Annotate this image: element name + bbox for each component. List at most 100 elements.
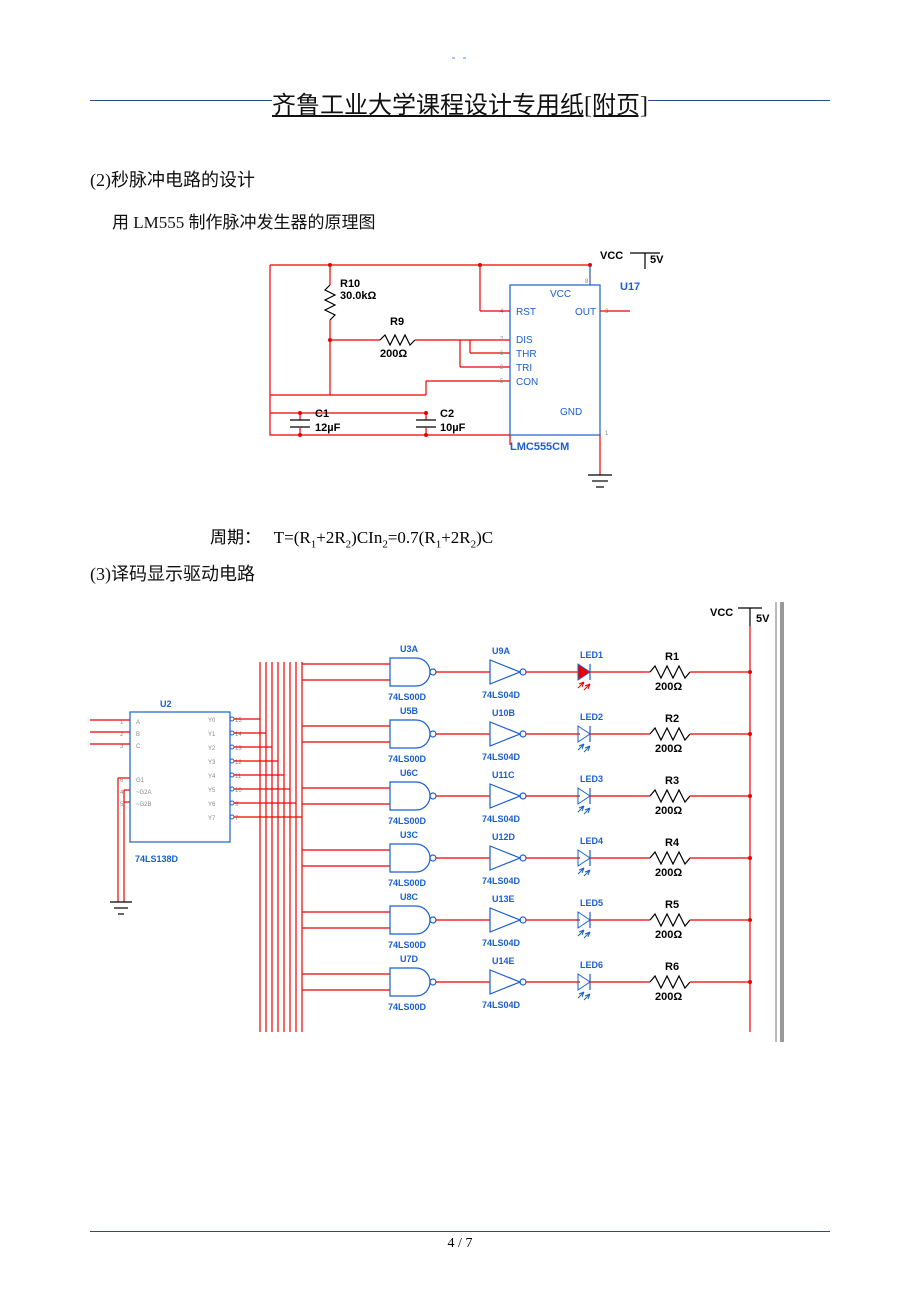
svg-text:R2: R2: [665, 713, 679, 725]
svg-text:6: 6: [500, 351, 504, 357]
svg-text:74LS138D: 74LS138D: [135, 854, 179, 864]
svg-text:U12D: U12D: [492, 832, 516, 842]
svg-text:G1: G1: [136, 778, 145, 784]
svg-text:LED1: LED1: [580, 650, 603, 660]
svg-text:200Ω: 200Ω: [655, 805, 682, 817]
r9-val: 200Ω: [380, 348, 407, 360]
svg-text:3: 3: [120, 744, 124, 750]
u17-ref: U17: [620, 281, 640, 293]
svg-text:5: 5: [500, 379, 504, 385]
svg-text:3: 3: [605, 309, 609, 315]
v5-label: 5V: [650, 254, 664, 266]
svg-text:2: 2: [500, 365, 504, 371]
svg-text:74LS04D: 74LS04D: [482, 1000, 521, 1010]
svg-text:U8C: U8C: [400, 892, 419, 902]
svg-text:74LS04D: 74LS04D: [482, 876, 521, 886]
svg-text:200Ω: 200Ω: [655, 929, 682, 941]
c2-val: 10µF: [440, 422, 466, 434]
svg-text:74LS04D: 74LS04D: [482, 690, 521, 700]
header-dash: - -: [90, 50, 830, 65]
svg-text:VCC: VCC: [550, 289, 571, 300]
svg-text:U3A: U3A: [400, 644, 419, 654]
svg-text:OUT: OUT: [575, 307, 596, 318]
svg-text:5V: 5V: [756, 613, 770, 625]
c2-ref: C2: [440, 408, 454, 420]
svg-text:VCC: VCC: [710, 607, 733, 619]
svg-text:1: 1: [120, 720, 124, 726]
svg-text:A: A: [136, 720, 140, 726]
svg-text:R1: R1: [665, 651, 679, 663]
svg-text:B: B: [136, 732, 140, 738]
svg-text:U6C: U6C: [400, 768, 419, 778]
svg-text:200Ω: 200Ω: [655, 991, 682, 1003]
schematic-555: VCC 5V R10 30.0kΩ R9 200Ω: [230, 245, 690, 505]
svg-text:74LS04D: 74LS04D: [482, 938, 521, 948]
r9-ref: R9: [390, 316, 404, 328]
section-2-heading: (2)秒脉冲电路的设计: [90, 166, 830, 192]
svg-text:74LS00D: 74LS00D: [388, 816, 427, 826]
svg-text:200Ω: 200Ω: [655, 867, 682, 879]
svg-text:U10B: U10B: [492, 708, 516, 718]
svg-text:74LS04D: 74LS04D: [482, 752, 521, 762]
svg-text:LED5: LED5: [580, 898, 603, 908]
svg-text:LED6: LED6: [580, 960, 603, 970]
svg-text:U2: U2: [160, 699, 172, 709]
c1-ref: C1: [315, 408, 329, 420]
svg-text:1: 1: [605, 431, 609, 437]
schematic-decoder: VCC 5V U2 74LS138D A B C G1 ~G2A ~G2B 1 …: [90, 602, 790, 1042]
svg-text:R5: R5: [665, 899, 679, 911]
svg-text:U11C: U11C: [492, 770, 515, 780]
svg-text:Y1: Y1: [208, 732, 216, 738]
chip-name: LMC555CM: [510, 441, 569, 453]
svg-text:74LS00D: 74LS00D: [388, 878, 427, 888]
svg-text:200Ω: 200Ω: [655, 743, 682, 755]
svg-text:CON: CON: [516, 377, 538, 388]
svg-text:4: 4: [500, 309, 504, 315]
svg-text:DIS: DIS: [516, 335, 533, 346]
svg-text:8: 8: [585, 279, 589, 285]
svg-text:U9A: U9A: [492, 646, 511, 656]
svg-text:Y2: Y2: [208, 746, 216, 752]
svg-text:U5B: U5B: [400, 706, 419, 716]
svg-text:LED2: LED2: [580, 712, 603, 722]
svg-text:~G2A: ~G2A: [136, 790, 152, 796]
svg-text:74LS04D: 74LS04D: [482, 814, 521, 824]
svg-text:~G2B: ~G2B: [136, 802, 152, 808]
r10-ref: R10: [340, 278, 360, 290]
svg-text:LED4: LED4: [580, 836, 603, 846]
svg-text:GND: GND: [560, 407, 582, 418]
svg-text:U3C: U3C: [400, 830, 419, 840]
svg-text:R6: R6: [665, 961, 679, 973]
title-rule: 齐鲁工业大学课程设计专用纸[附页]: [90, 75, 830, 126]
vcc-label: VCC: [600, 250, 623, 262]
svg-text:74LS00D: 74LS00D: [388, 940, 427, 950]
svg-text:THR: THR: [516, 349, 537, 360]
svg-text:74LS00D: 74LS00D: [388, 692, 427, 702]
svg-text:6: 6: [120, 778, 124, 784]
svg-text:200Ω: 200Ω: [655, 681, 682, 693]
svg-text:U7D: U7D: [400, 954, 419, 964]
svg-text:C: C: [136, 744, 141, 750]
c1-val: 12µF: [315, 422, 341, 434]
page-footer: 4 / 7: [90, 1231, 830, 1252]
section-2-sub: 用 LM555 制作脉冲发生器的原理图: [112, 208, 830, 233]
svg-text:LED3: LED3: [580, 774, 603, 784]
svg-text:2: 2: [120, 732, 124, 738]
r10-val: 30.0kΩ: [340, 290, 377, 302]
svg-text:Y5: Y5: [208, 788, 216, 794]
svg-text:Y6: Y6: [208, 802, 216, 808]
svg-text:TRI: TRI: [516, 363, 532, 374]
svg-text:Y3: Y3: [208, 760, 216, 766]
svg-text:U14E: U14E: [492, 956, 515, 966]
svg-text:74LS00D: 74LS00D: [388, 1002, 427, 1012]
svg-text:74LS00D: 74LS00D: [388, 754, 427, 764]
section-3-heading: (3)译码显示驱动电路: [90, 560, 830, 586]
svg-text:Y0: Y0: [208, 718, 216, 724]
svg-text:Y7: Y7: [208, 816, 216, 822]
period-formula: 周期： T=(R1+2R2)CIn2=0.7(R1+2R2)C: [210, 523, 830, 550]
svg-text:U13E: U13E: [492, 894, 515, 904]
svg-text:Y4: Y4: [208, 774, 216, 780]
svg-text:R3: R3: [665, 775, 679, 787]
page-title: 齐鲁工业大学课程设计专用纸[附页]: [272, 85, 648, 120]
svg-text:R4: R4: [665, 837, 680, 849]
